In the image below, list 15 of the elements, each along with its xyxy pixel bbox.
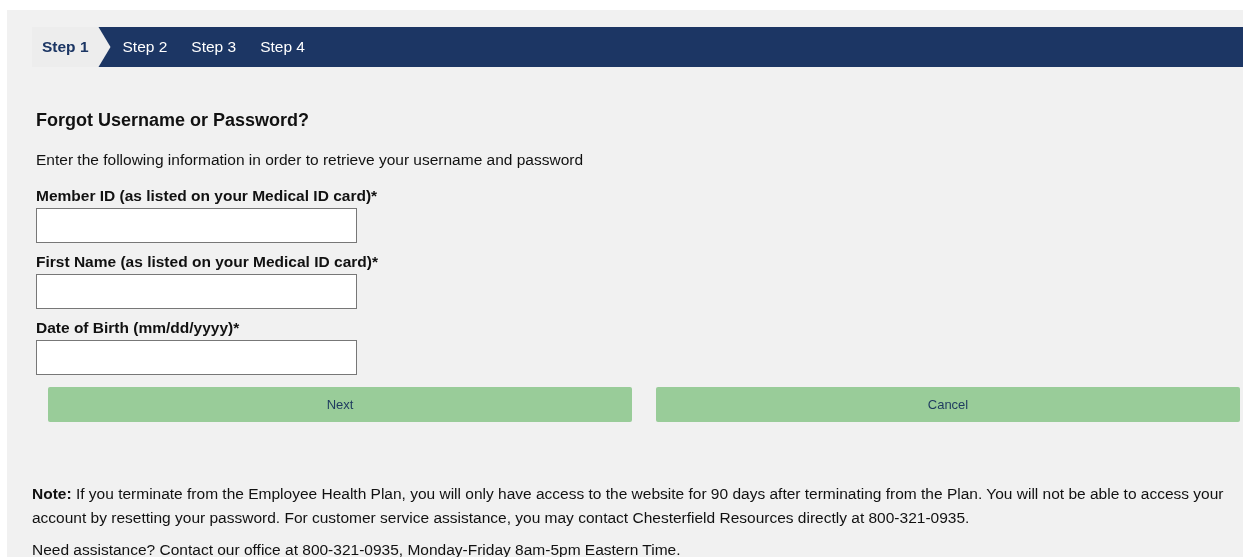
step-tab[interactable]: Step 1 — [32, 27, 111, 67]
cancel-button[interactable]: Cancel — [656, 387, 1240, 422]
step-tab[interactable]: Step 3 — [179, 27, 249, 67]
page-title: Forgot Username or Password? — [36, 111, 311, 129]
step-tab[interactable]: Step 2 — [110, 27, 180, 67]
field-label: First Name (as listed on your Medical ID card)* — [36, 253, 379, 271]
input-field[interactable] — [36, 208, 357, 243]
intro-text: Enter the following information in order to retrieve your username and password — [36, 151, 585, 169]
next-button[interactable]: Next — [48, 387, 632, 422]
input-field[interactable] — [36, 340, 357, 375]
note-text: Note: If you terminate from the Employee Health Plan, you will only have access to the website for 90 days after terminating from the Plan. You will not be able to access your account by resetting your password. For customer service assistance, you may contact Chesterfield Resources directly at 800-321-0935. — [32, 484, 1225, 528]
field-label: Member ID (as listed on your Medical ID card)* — [36, 187, 379, 205]
input-field[interactable] — [36, 274, 357, 309]
step-tab[interactable]: Step 4 — [248, 27, 317, 67]
field-label: Date of Birth (mm/dd/yyyy)* — [36, 319, 241, 337]
